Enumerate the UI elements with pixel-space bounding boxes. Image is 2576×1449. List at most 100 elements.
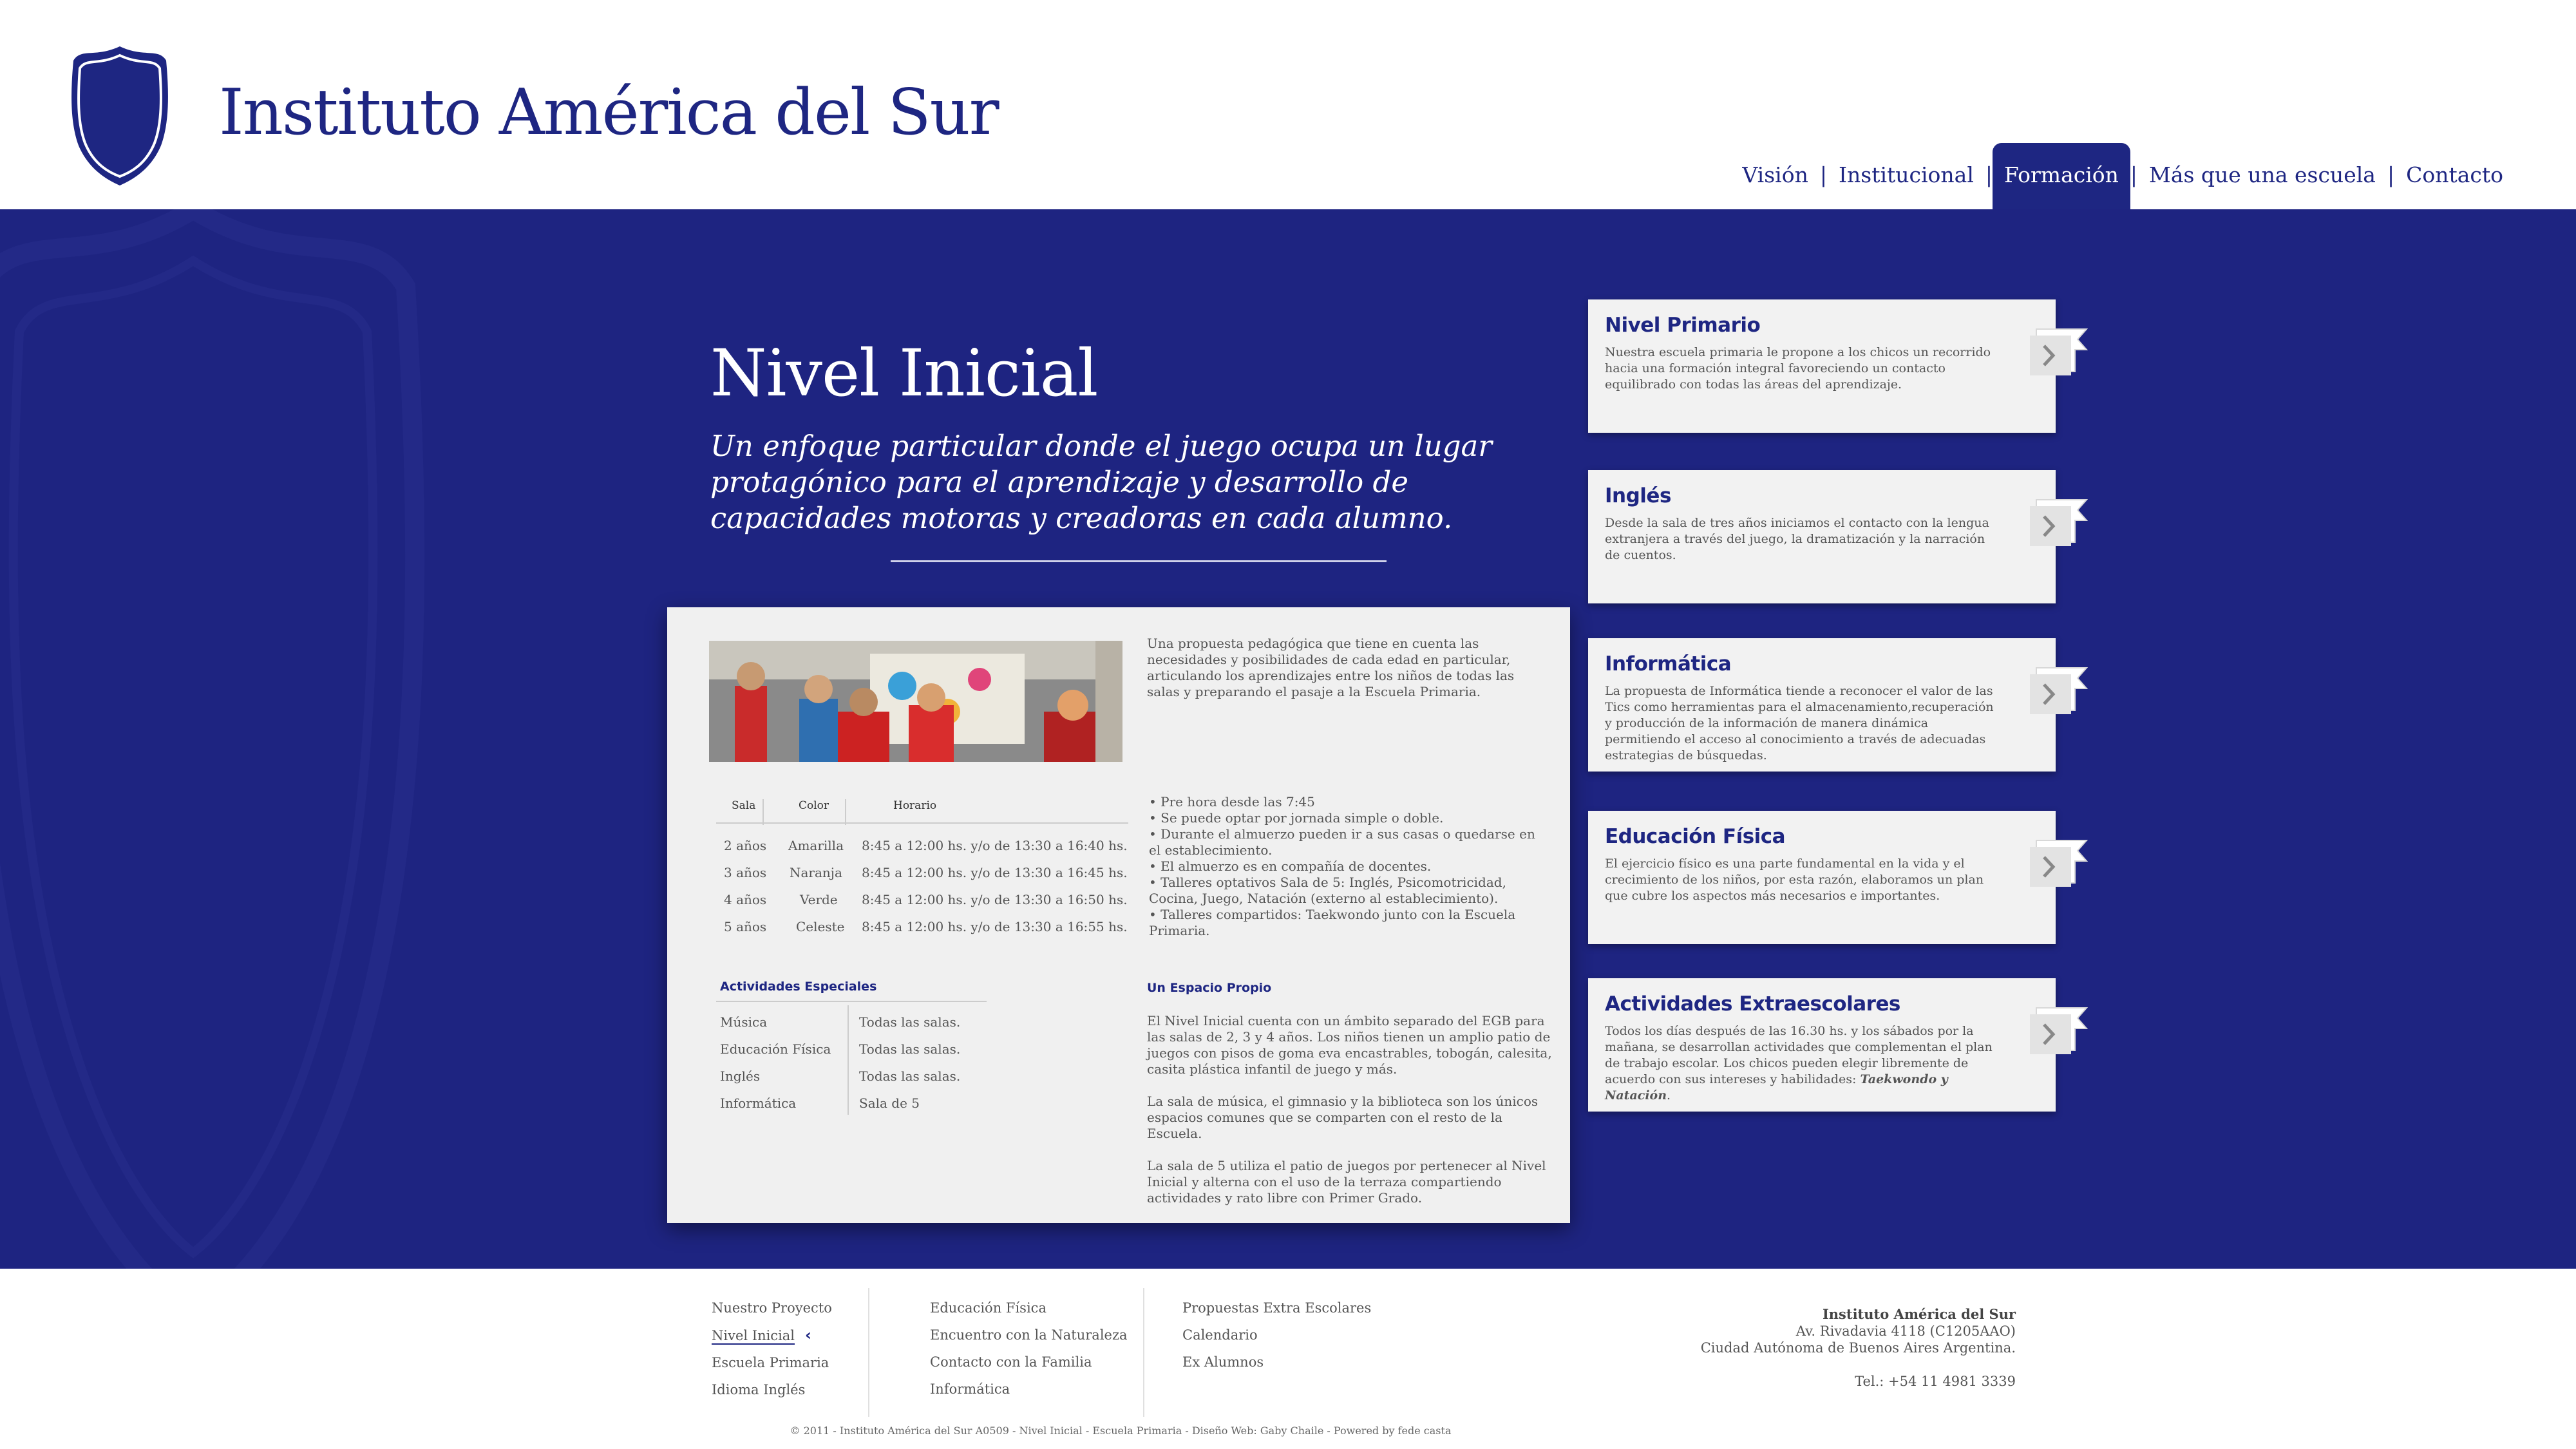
footer-links-col-2: Educación Física Encuentro con la Natura… (930, 1294, 1128, 1403)
chevron-right-icon[interactable] (2011, 317, 2088, 382)
footer-link-active[interactable]: Nivel Inicial ‹ (712, 1321, 832, 1349)
list-item: Se puede optar por jornada simple o dobl… (1149, 810, 1548, 826)
list-item: El almuerzo es en compañía de docentes. (1149, 858, 1548, 875)
table-cell: 4 años (724, 892, 767, 907)
footer-links-col-3: Propuestas Extra Escolares Calendario Ex… (1182, 1294, 1371, 1376)
card-text-tail: . (1667, 1088, 1671, 1103)
footer-link[interactable]: Calendario (1182, 1321, 1371, 1349)
card-title[interactable]: Inglés (1605, 484, 1671, 507)
paragraph: El Nivel Inicial cuenta con un ámbito se… (1147, 1013, 1552, 1077)
espacio-text: El Nivel Inicial cuenta con un ámbito se… (1147, 1013, 1553, 1222)
nav-separator: | (1819, 162, 1827, 187)
address-block: Instituto América del Sur Av. Rivadavia … (1701, 1306, 2016, 1390)
copyright: © 2011 - Instituto América del Sur A0509… (790, 1425, 1452, 1437)
card-ingles[interactable]: Inglés Desde la sala de tres años inicia… (1588, 470, 2088, 603)
table-cell: Celeste (796, 919, 845, 934)
divider (845, 799, 846, 825)
card-nivel-primario[interactable]: Nivel Primario Nuestra escuela primaria … (1588, 299, 2088, 433)
address-name: Instituto América del Sur (1822, 1306, 2016, 1322)
list-item: Pre hora desde las 7:45 (1149, 794, 1548, 810)
classroom-photo (709, 641, 1122, 762)
divider (1143, 1288, 1144, 1417)
list-item: Talleres compartidos: Taekwondo junto co… (1149, 907, 1548, 939)
nav-vision[interactable]: Visión (1730, 143, 1819, 194)
chevron-left-icon: ‹ (805, 1326, 811, 1344)
footer-link[interactable]: Contacto con la Familia (930, 1349, 1128, 1376)
table-cell: 8:45 a 12:00 hs. y/o de 13:30 a 16:45 hs… (862, 865, 1128, 880)
footer-link[interactable]: Propuestas Extra Escolares (1182, 1294, 1371, 1321)
footer-links-col-1: Nuestro Proyecto Nivel Inicial ‹ Escuela … (712, 1294, 832, 1403)
nav-separator: | (2387, 162, 2395, 187)
table-cell: Naranja (790, 865, 842, 880)
card-actividades-extraescolares[interactable]: Actividades Extraescolares Todos los día… (1588, 978, 2088, 1112)
footer-link[interactable]: Educación Física (930, 1294, 1128, 1321)
table-cell: Todas las salas. (859, 1014, 961, 1030)
site-title[interactable]: Instituto América del Sur (219, 76, 999, 149)
table-header-cell: Sala (732, 799, 756, 812)
table-cell: 8:45 a 12:00 hs. y/o de 13:30 a 16:40 hs… (862, 838, 1128, 853)
nav-institucional[interactable]: Institucional (1827, 143, 1985, 194)
table-cell: Todas las salas. (859, 1041, 961, 1057)
main-nav: Visión | Institucional | Formación | Más… (1730, 143, 2515, 265)
card-text: Todos los días después de las 16.30 hs. … (1605, 1023, 1998, 1104)
address-street: Av. Rivadavia 4118 (C1205AAO) (1795, 1323, 2016, 1339)
divider (891, 560, 1387, 562)
card-title[interactable]: Actividades Extraescolares (1605, 992, 1900, 1016)
card-text: Desde la sala de tres años iniciamos el … (1605, 516, 1989, 562)
chevron-right-icon[interactable] (2011, 829, 2088, 893)
main-content: Nivel Inicial Un enfoque particular dond… (0, 209, 2576, 1269)
intro-text: Una propuesta pedagógica que tiene en cu… (1147, 636, 1515, 699)
table-cell: 3 años (724, 865, 767, 880)
section-title: Actividades Especiales (720, 980, 877, 994)
table-header-cell: Horario (893, 799, 937, 812)
card-title[interactable]: Nivel Primario (1605, 314, 1761, 337)
section-title: Un Espacio Propio (1147, 981, 1272, 995)
features-list: Pre hora desde las 7:45 Se puede optar p… (1149, 794, 1548, 939)
chevron-right-icon[interactable] (2011, 656, 2088, 721)
card-text: El ejercicio físico es una parte fundame… (1605, 857, 1984, 903)
nav-separator: | (1985, 162, 1993, 187)
footer-link[interactable]: Informática (930, 1376, 1128, 1403)
card-informatica[interactable]: Informática La propuesta de Informática … (1588, 638, 2088, 772)
table-cell: 8:45 a 12:00 hs. y/o de 13:30 a 16:55 hs… (862, 919, 1128, 934)
paragraph: La sala de música, el gimnasio y la bibl… (1147, 1094, 1539, 1141)
background-shield-watermark (0, 209, 425, 1269)
divider (868, 1288, 869, 1417)
nav-mas-que-una-escuela[interactable]: Más que una escuela (2137, 143, 2387, 194)
table-header-cell: Color (799, 799, 829, 812)
nav-contacto[interactable]: Contacto (2394, 143, 2515, 194)
divider (762, 799, 764, 825)
paragraph: La sala de 5 utiliza el patio de juegos … (1147, 1158, 1546, 1206)
list-item: Durante el almuerzo pueden ir a sus casa… (1149, 826, 1548, 858)
address-city: Ciudad Autónoma de Buenos Aires Argentin… (1700, 1340, 2016, 1356)
footer-link[interactable]: Ex Alumnos (1182, 1349, 1371, 1376)
table-cell: Sala de 5 (859, 1095, 920, 1111)
card-title[interactable]: Educación Física (1605, 825, 1786, 848)
footer-link[interactable]: Nuestro Proyecto (712, 1294, 832, 1321)
table-cell: Educación Física (720, 1041, 831, 1057)
table-cell: Verde (800, 892, 838, 907)
site-header: Instituto América del Sur Visión | Insti… (0, 0, 2576, 265)
nav-separator: | (2130, 162, 2138, 187)
card-text: Nuestra escuela primaria le propone a lo… (1605, 345, 1991, 392)
chevron-right-icon[interactable] (2011, 996, 2088, 1061)
address-phone: Tel.: +54 11 4981 3339 (1855, 1374, 2016, 1389)
footer-link[interactable]: Encuentro con la Naturaleza (930, 1321, 1128, 1349)
page-subtitle: Un enfoque particular donde el juego ocu… (710, 429, 1492, 535)
activities-table: Música Todas las salas. Educación Física… (720, 1014, 990, 1124)
table-cell: Todas las salas. (859, 1068, 961, 1084)
table-cell: 2 años (724, 838, 767, 853)
content-panel: Una propuesta pedagógica que tiene en cu… (667, 607, 1570, 1223)
shield-logo-icon[interactable] (70, 44, 170, 188)
footer-link-label[interactable]: Nivel Inicial (712, 1328, 795, 1345)
card-educacion-fisica[interactable]: Educación Física El ejercicio físico es … (1588, 811, 2088, 944)
chevron-right-icon[interactable] (2011, 488, 2088, 553)
table-cell: Música (720, 1014, 768, 1030)
divider (716, 1001, 987, 1002)
footer-link[interactable]: Idioma Inglés (712, 1376, 832, 1403)
card-title[interactable]: Informática (1605, 652, 1732, 676)
footer-link[interactable]: Escuela Primaria (712, 1349, 832, 1376)
schedule-table: Sala Color Horario 2 años Amarilla 8:45 … (716, 799, 1128, 947)
table-cell: Inglés (720, 1068, 761, 1084)
table-cell: 8:45 a 12:00 hs. y/o de 13:30 a 16:50 hs… (862, 892, 1128, 907)
